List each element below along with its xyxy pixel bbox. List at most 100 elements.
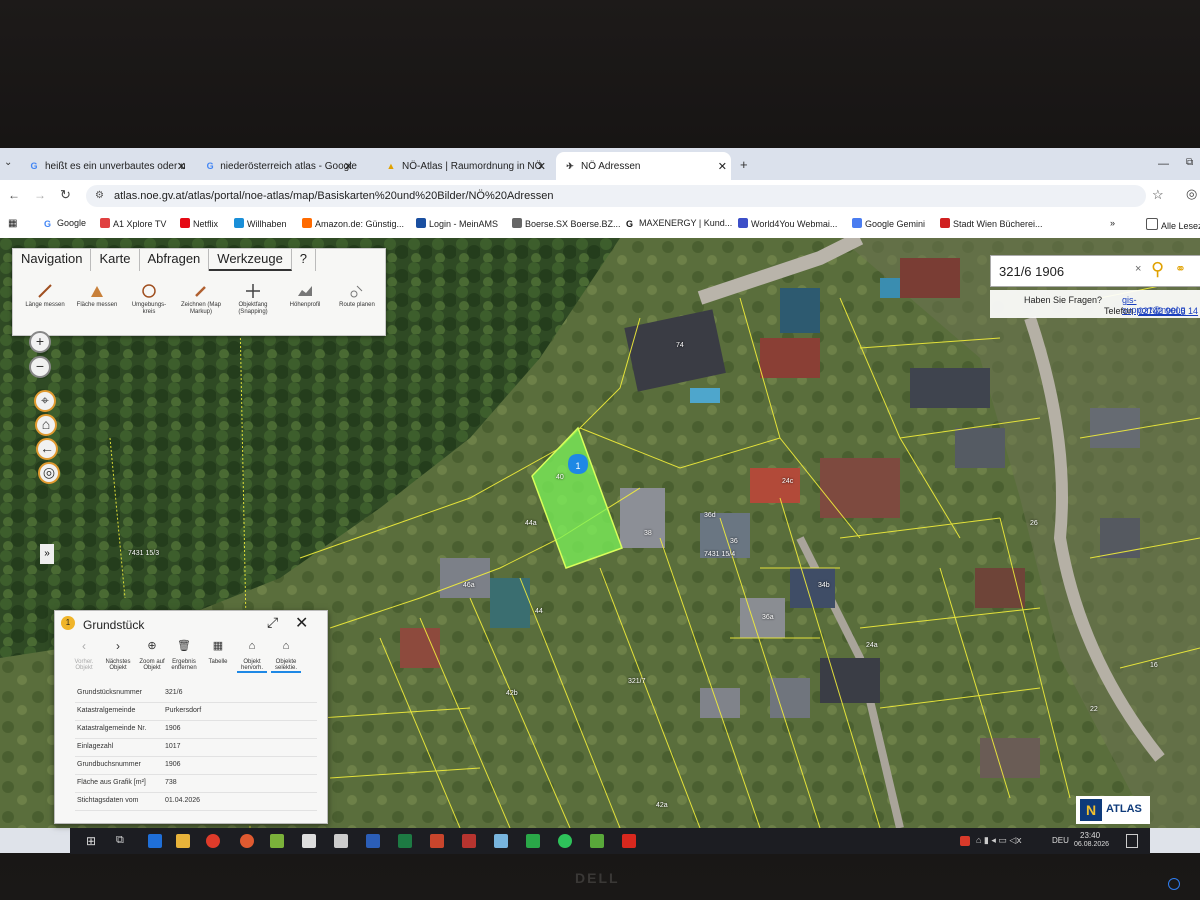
forward-icon[interactable]: → xyxy=(34,188,46,202)
new-tab-button[interactable]: + xyxy=(740,157,748,172)
bookmark-maxenergy[interactable]: G MAXENERGY | Kund... xyxy=(626,218,732,229)
tool-draw[interactable]: Zeichnen (Map Markup) xyxy=(179,283,223,316)
notification-icon[interactable] xyxy=(1126,834,1138,848)
app-icon[interactable] xyxy=(334,834,348,848)
explorer-icon[interactable] xyxy=(176,834,190,848)
task-view-icon[interactable]: ⧉ xyxy=(116,834,124,847)
close-icon[interactable]: ✕ xyxy=(177,160,186,173)
bookmark-label: Alle Lesez xyxy=(1161,221,1200,231)
bookmark-world4you[interactable]: World4You Webmai... xyxy=(738,218,837,229)
profile-icon[interactable]: ◎ xyxy=(1186,186,1197,202)
acrobat-icon[interactable] xyxy=(622,834,636,848)
tab-1[interactable]: G heißt es ein unverbautes oder u ✕ xyxy=(28,152,190,180)
tool-radius[interactable]: Umgebungs-kreis xyxy=(127,283,171,316)
bookmark-a1[interactable]: A1 Xplore TV xyxy=(100,218,166,229)
zoom-object-button[interactable]: ⊕ Zoom auf Objekt xyxy=(137,641,167,672)
clock-time[interactable]: 23:40 xyxy=(1080,831,1100,840)
tab-1-label: heißt es ein unverbautes oder u xyxy=(45,160,186,172)
tab-list-icon[interactable]: ⌄ xyxy=(4,157,12,168)
app-icon[interactable] xyxy=(302,834,316,848)
search-icon[interactable]: ⚲ xyxy=(1151,259,1164,280)
bookmark-netflix[interactable]: Netflix xyxy=(180,218,218,229)
menu-abfragen[interactable]: Abfragen xyxy=(140,249,210,271)
back-icon[interactable]: ← xyxy=(8,188,20,202)
bookmark-star-icon[interactable]: ☆ xyxy=(1152,187,1164,203)
tray-icons[interactable]: ⌂ ▮ ◂ ▭ ◁ⅹ xyxy=(976,835,1022,846)
language-indicator[interactable]: DEU xyxy=(1052,836,1069,845)
amazon-icon xyxy=(302,218,312,228)
bookmark-amazon[interactable]: Amazon.de: Günstig... xyxy=(302,218,404,229)
app-icon[interactable] xyxy=(526,834,540,848)
binoculars-icon[interactable]: ⚭ xyxy=(1175,261,1186,277)
next-object-button[interactable]: › Nächstes Objekt xyxy=(103,640,133,671)
app-icon[interactable] xyxy=(590,834,604,848)
access-icon[interactable] xyxy=(462,834,476,848)
zoom-out-button[interactable]: − xyxy=(29,356,51,378)
tool-snapping[interactable]: Objektfang (Snapping) xyxy=(231,283,275,316)
tab-4-active[interactable]: ✈ NÖ Adressen ✕ xyxy=(556,152,731,180)
whatsapp-icon[interactable] xyxy=(558,834,572,848)
site-info-icon[interactable]: ⚙ xyxy=(95,185,104,207)
tool-height-profile[interactable]: Höhenprofil xyxy=(283,283,327,309)
expand-icon[interactable]: ⤢ xyxy=(267,614,278,631)
table-button[interactable]: ▦ Tabelle xyxy=(203,641,233,666)
close-icon[interactable]: ✕ xyxy=(344,160,353,173)
excel-icon[interactable] xyxy=(398,834,412,848)
location-icon[interactable]: ⌖ xyxy=(34,390,56,412)
menu-werkzeuge[interactable]: Werkzeuge xyxy=(209,249,292,271)
powerpoint-icon[interactable] xyxy=(430,834,444,848)
clear-icon[interactable]: × xyxy=(1135,263,1141,275)
bookmark-bücherei[interactable]: Stadt Wien Bücherei... xyxy=(940,218,1043,229)
tray-icon[interactable] xyxy=(960,836,970,846)
clock-date[interactable]: 06.08.2026 xyxy=(1074,841,1109,848)
bookmark-google[interactable]: G Google xyxy=(44,218,86,229)
tool-route[interactable]: Route planen xyxy=(335,283,379,309)
restore-button[interactable]: ⧉ xyxy=(1186,157,1193,168)
tab-3[interactable]: ▲ NÖ-Atlas | Raumordnung in NÖ ✕ xyxy=(385,152,550,180)
highlight-object-button[interactable]: ⌂ Objekt hervorh. xyxy=(237,641,267,673)
close-icon[interactable]: ✕ xyxy=(718,160,727,173)
bookmark-willhaben[interactable]: Willhaben xyxy=(234,218,287,229)
back-view-icon[interactable]: ← xyxy=(36,438,58,460)
bookmark-folder[interactable]: Alle Lesez xyxy=(1146,218,1200,231)
tool-measure-area[interactable]: Fläche messen xyxy=(75,283,119,309)
word-icon[interactable] xyxy=(366,834,380,848)
parcel-label: 26 xyxy=(1030,520,1038,527)
edge-icon[interactable] xyxy=(148,834,162,848)
app-icon[interactable] xyxy=(494,834,508,848)
chrome-icon[interactable] xyxy=(206,834,220,848)
url-field[interactable]: ⚙ atlas.noe.gv.at/atlas/portal/noe-atlas… xyxy=(86,185,1146,207)
a1-icon xyxy=(100,218,110,228)
help-phone-label: Telefon xyxy=(1104,306,1134,316)
power-icon[interactable] xyxy=(1168,878,1180,890)
minimize-button[interactable]: — xyxy=(1158,158,1169,170)
apps-icon[interactable]: ▦ xyxy=(8,218,17,229)
app-icon[interactable] xyxy=(240,834,254,848)
bookmark-gemini[interactable]: Google Gemini xyxy=(852,218,925,229)
sidebar-expand-icon[interactable]: » xyxy=(40,544,54,564)
search-box[interactable]: 321/6 1906 × ⚲ ⚭ xyxy=(990,255,1200,287)
home-icon[interactable]: ⌂ xyxy=(35,414,57,436)
app-icon[interactable] xyxy=(270,834,284,848)
start-icon[interactable]: ⊞ xyxy=(86,834,96,848)
close-icon[interactable]: ✕ xyxy=(295,613,308,633)
bookmark-ams[interactable]: Login - MeinAMS xyxy=(416,218,498,229)
remove-result-button[interactable]: 🗑 Ergebnis entfernen xyxy=(169,641,199,672)
help-phone-link[interactable]: 02742 9005 14 xyxy=(1138,306,1198,316)
tool-measure-length[interactable]: Länge messen xyxy=(23,283,67,309)
prev-object-button[interactable]: ‹ Vorher. Objekt xyxy=(69,640,99,671)
tab-2[interactable]: G niederösterreich atlas - Google ✕ xyxy=(205,152,357,180)
select-objects-button[interactable]: ⌂ Objekte selektie. xyxy=(271,641,301,673)
zoom-in-button[interactable]: + xyxy=(29,331,51,353)
bookmark-boerse[interactable]: Boerse.SX Boerse.BZ... xyxy=(512,218,621,229)
compass-icon[interactable]: ◎ xyxy=(38,462,60,484)
bookmarks-more-icon[interactable]: » xyxy=(1110,218,1115,228)
menu-help[interactable]: ? xyxy=(292,249,317,271)
search-input[interactable]: 321/6 1906 xyxy=(999,264,1064,279)
row-key: Grundstücksnummer xyxy=(77,689,142,696)
menu-navigation[interactable]: Navigation xyxy=(13,249,92,271)
reload-icon[interactable]: ↻ xyxy=(60,187,71,203)
row-key: Einlagezahl xyxy=(77,743,114,750)
close-icon[interactable]: ✕ xyxy=(537,160,546,173)
menu-karte[interactable]: Karte xyxy=(91,249,140,271)
